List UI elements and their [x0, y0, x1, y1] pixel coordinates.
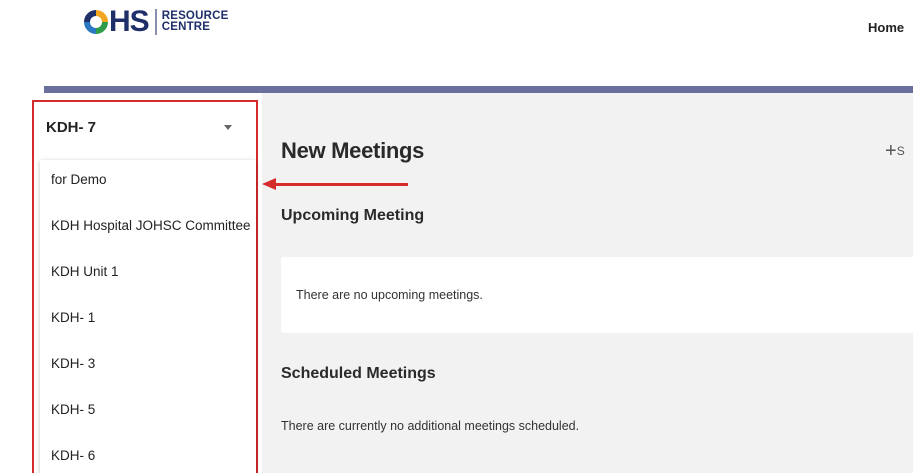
committee-dropdown-menu: for Demo KDH Hospital JOHSC Committee KD… [40, 160, 256, 473]
page: HS RESOURCE CENTRE Home KDH- 7 for Demo … [0, 0, 913, 473]
committee-select[interactable]: KDH- 7 for Demo KDH Hospital JOHSC Commi… [32, 100, 258, 473]
sidebar: KDH- 7 for Demo KDH Hospital JOHSC Commi… [0, 93, 262, 473]
dropdown-option[interactable]: KDH- 6 [51, 448, 95, 463]
dropdown-option[interactable]: KDH Unit 1 [51, 264, 119, 279]
logo-tagline: RESOURCE CENTRE [161, 10, 229, 33]
scheduled-meetings-heading: Scheduled Meetings [281, 365, 436, 382]
header-accent-bar [44, 86, 913, 93]
dropdown-option[interactable]: KDH- 5 [51, 402, 95, 417]
ohs-logo[interactable]: HS RESOURCE CENTRE [84, 4, 228, 40]
nav-home-link[interactable]: Home [868, 20, 904, 35]
annotation-arrow-shaft [272, 183, 408, 186]
annotation-arrow-icon [262, 178, 276, 190]
caret-down-icon[interactable] [224, 125, 232, 130]
add-meeting-button[interactable]: +S [885, 140, 905, 163]
upcoming-meeting-heading: Upcoming Meeting [281, 207, 425, 224]
dropdown-option[interactable]: KDH- 3 [51, 356, 95, 371]
dropdown-option[interactable]: for Demo [51, 172, 107, 187]
committee-select-value[interactable]: KDH- 7 [46, 119, 96, 136]
logo-divider [154, 9, 157, 35]
add-meeting-label: S [896, 144, 905, 158]
logo-o-icon [84, 10, 108, 34]
dropdown-option[interactable]: KDH Hospital JOHSC Committee [51, 218, 251, 233]
dropdown-option[interactable]: KDH- 1 [51, 310, 95, 325]
main-content: New Meetings +S Upcoming Meeting There a… [262, 93, 913, 473]
upcoming-empty-message: There are no upcoming meetings. [296, 288, 483, 302]
logo-tagline-line2: CENTRE [161, 21, 211, 33]
upcoming-meeting-card: There are no upcoming meetings. [281, 257, 913, 333]
plus-icon: + [885, 140, 897, 162]
site-header: HS RESOURCE CENTRE Home [0, 0, 913, 86]
page-title: New Meetings [281, 138, 425, 163]
scheduled-empty-message: There are currently no additional meetin… [281, 419, 580, 433]
logo-wordmark: HS [109, 5, 150, 38]
